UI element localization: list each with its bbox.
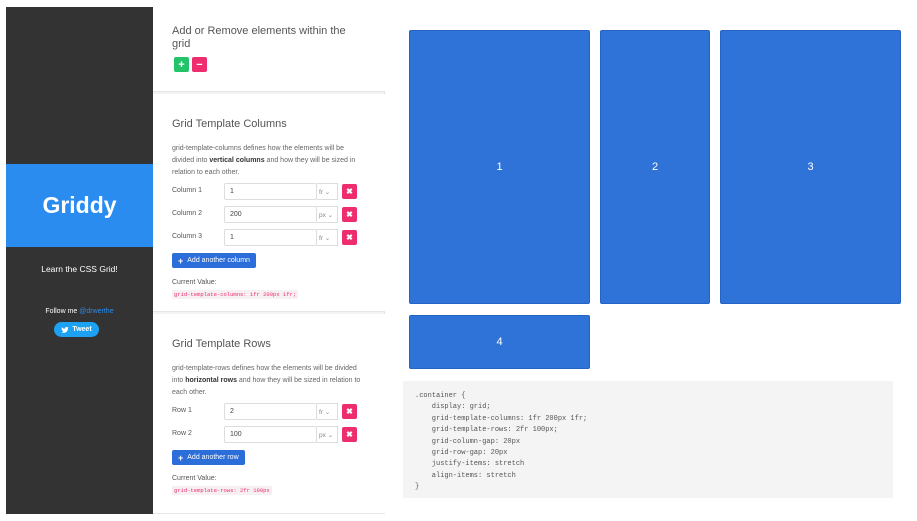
- row-unit-select[interactable]: fr ⌄: [317, 403, 338, 420]
- add-row-button[interactable]: + Add another row: [172, 450, 245, 465]
- plus-icon: +: [178, 58, 185, 71]
- follow-text: Follow me @drwerthe: [6, 308, 153, 315]
- current-value-label: Current Value:: [172, 279, 217, 286]
- column-unit-select[interactable]: fr ⌄: [317, 229, 338, 246]
- add-row-label: Add another row: [187, 454, 239, 461]
- brand-banner: Griddy: [6, 164, 153, 247]
- close-icon: ✖: [346, 233, 353, 242]
- column-unit-select[interactable]: px ⌄: [317, 206, 338, 223]
- chevron-down-icon: ⌄: [325, 432, 334, 439]
- rows-title: Grid Template Rows: [172, 338, 271, 350]
- columns-title: Grid Template Columns: [172, 118, 287, 130]
- current-value-code: grid-template-rows: 2fr 100px: [172, 486, 272, 495]
- grid-cell: 1: [409, 30, 590, 304]
- row-row: Row 1 2 fr ⌄ ✖: [172, 403, 362, 420]
- grid-cell: 2: [600, 30, 710, 304]
- columns-card: Grid Template Columns grid-template-colu…: [153, 94, 385, 312]
- row-value-input[interactable]: 2: [224, 403, 317, 420]
- chevron-down-icon: ⌄: [322, 409, 331, 416]
- add-column-button[interactable]: + Add another column: [172, 253, 256, 268]
- delete-row-button[interactable]: ✖: [342, 427, 357, 442]
- columns-description: grid-template-columns defines how the el…: [172, 143, 367, 179]
- tweet-button[interactable]: Tweet: [54, 322, 99, 337]
- grid-cell: 3: [720, 30, 901, 304]
- chevron-down-icon: ⌄: [322, 189, 331, 196]
- row-value-input[interactable]: 100: [224, 426, 317, 443]
- row-unit-select[interactable]: px ⌄: [317, 426, 338, 443]
- row-label: Row 2: [172, 430, 192, 437]
- rows-description: grid-template-rows defines how the eleme…: [172, 363, 367, 399]
- rows-desc-bold: horizontal rows: [185, 377, 237, 384]
- row-label: Row 1: [172, 407, 192, 414]
- columns-desc-bold: vertical columns: [209, 157, 265, 164]
- unit-value: px: [319, 432, 326, 439]
- plus-icon: +: [178, 452, 184, 463]
- tweet-label: Tweet: [72, 326, 92, 333]
- current-value-code: grid-template-columns: 1fr 200px 1fr;: [172, 290, 299, 299]
- grid-preview: 1 2 3 4 .container { display: grid; grid…: [386, 7, 910, 514]
- current-value-label: Current Value:: [172, 475, 217, 482]
- minus-icon: −: [196, 58, 203, 71]
- column-label: Column 3: [172, 233, 202, 240]
- delete-column-button[interactable]: ✖: [342, 184, 357, 199]
- column-row: Column 2 200 px ⌄ ✖: [172, 206, 362, 223]
- brand-title: Griddy: [42, 192, 117, 218]
- delete-row-button[interactable]: ✖: [342, 404, 357, 419]
- controls-panel: Add or Remove elements within the grid +…: [153, 7, 385, 514]
- close-icon: ✖: [346, 407, 353, 416]
- delete-column-button[interactable]: ✖: [342, 207, 357, 222]
- add-column-label: Add another column: [187, 257, 250, 264]
- unit-value: px: [319, 212, 326, 219]
- column-value-input[interactable]: 1: [224, 229, 317, 246]
- rows-card: Grid Template Rows grid-template-rows de…: [153, 314, 385, 514]
- elements-title: Add or Remove elements within the grid: [172, 25, 346, 50]
- follow-label: Follow me: [45, 308, 80, 315]
- chevron-down-icon: ⌄: [322, 235, 331, 242]
- close-icon: ✖: [346, 210, 353, 219]
- delete-column-button[interactable]: ✖: [342, 230, 357, 245]
- column-label: Column 1: [172, 187, 202, 194]
- twitter-handle-link[interactable]: @drwerthe: [79, 308, 113, 315]
- column-value-input[interactable]: 1: [224, 183, 317, 200]
- grid-cell: 4: [409, 315, 590, 369]
- close-icon: ✖: [346, 430, 353, 439]
- css-code-block: .container { display: grid; grid-templat…: [403, 381, 893, 498]
- column-value-input[interactable]: 200: [224, 206, 317, 223]
- add-element-button[interactable]: +: [174, 57, 189, 72]
- row-row: Row 2 100 px ⌄ ✖: [172, 426, 362, 443]
- column-row: Column 3 1 fr ⌄ ✖: [172, 229, 362, 246]
- close-icon: ✖: [346, 187, 353, 196]
- remove-element-button[interactable]: −: [192, 57, 207, 72]
- column-unit-select[interactable]: fr ⌄: [317, 183, 338, 200]
- elements-card: Add or Remove elements within the grid +…: [153, 7, 385, 92]
- column-label: Column 2: [172, 210, 202, 217]
- chevron-down-icon: ⌄: [325, 212, 334, 219]
- plus-icon: +: [178, 255, 184, 266]
- twitter-bird-icon: [61, 326, 69, 333]
- column-row: Column 1 1 fr ⌄ ✖: [172, 183, 362, 200]
- tagline: Learn the CSS Grid!: [41, 264, 118, 274]
- sidebar: Griddy Learn the CSS Grid! Follow me @dr…: [6, 7, 153, 514]
